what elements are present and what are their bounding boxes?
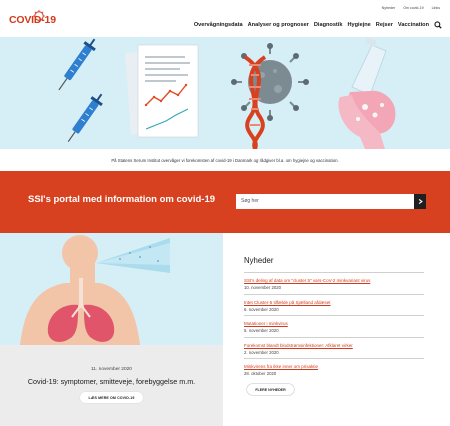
- read-more-label: LÆS MERE OM COVID-19: [88, 395, 135, 400]
- news-date: 28. oktober 2020: [244, 371, 277, 376]
- news-date: 6. november 2020: [244, 306, 279, 312]
- news-section: Nyheder SSI's deling af data om "cluster…: [244, 256, 424, 380]
- feature-card: 11. november 2020 Covid-19: symptomer, s…: [0, 345, 223, 426]
- main-nav: Overvågningsdata Analyser og prognoser D…: [194, 21, 442, 29]
- nav-item-vaccination[interactable]: Vaccination: [398, 22, 429, 28]
- report-document-icon: [125, 44, 199, 138]
- portal-title: SSI's portal med information om covid-19: [28, 194, 216, 205]
- hero-caption: På Statens Serum Institut overvåger vi f…: [0, 149, 450, 171]
- breath-icon: [96, 238, 170, 273]
- nav-item-surveillance[interactable]: Overvågningsdata: [194, 22, 243, 28]
- utility-link-news[interactable]: Nyheder: [382, 6, 396, 10]
- feature-date: 11. november 2020: [91, 367, 132, 372]
- chevron-right-icon: [418, 198, 423, 205]
- search-icon[interactable]: [434, 21, 442, 29]
- virus-icon: [231, 43, 309, 121]
- news-link[interactable]: Minkvirens fra ikke inner om prisaktie: [244, 364, 424, 369]
- news-item: Forekomst blandt blodstrømsinfektioner: …: [244, 336, 424, 359]
- news-item: Intet Cluster-5 tilfælde på Sjælland afd…: [244, 293, 424, 316]
- feature-title[interactable]: Covid-19: symptomer, smitteveje, forebyg…: [0, 377, 223, 386]
- logo-text[interactable]: COVID-19: [9, 14, 56, 26]
- news-item: SSI's deling af data om "cluster 5" vars…: [244, 272, 424, 294]
- nav-item-hygiene[interactable]: Hygiejne: [347, 22, 370, 28]
- news-link[interactable]: SSI's deling af data om "cluster 5" vars…: [244, 278, 424, 283]
- more-news-button[interactable]: FLERE NYHEDER: [247, 384, 294, 395]
- news-date: 5. november 2020: [244, 328, 279, 333]
- lungs-icon: [20, 235, 140, 345]
- search-submit-button[interactable]: [414, 194, 426, 209]
- news-heading: Nyheder: [244, 256, 274, 265]
- news-item: Minkvirens fra ikke inner om prisaktie 2…: [244, 358, 424, 380]
- portal-banner: SSI's portal med information om covid-19…: [0, 171, 450, 233]
- syringe-icon: [67, 93, 103, 143]
- hero-illustration: [0, 37, 450, 149]
- news-item: Mutationer i minkvirus 5. november 2020: [244, 315, 424, 337]
- search-input[interactable]: Søg her: [236, 194, 414, 209]
- hand-sanitizer-icon: [338, 37, 396, 149]
- news-date: 2. november 2020: [244, 349, 279, 355]
- more-news-label: FLERE NYHEDER: [255, 387, 286, 392]
- utility-link-about[interactable]: Om covid-19: [403, 6, 423, 10]
- nav-item-diagnostics[interactable]: Diagnostik: [314, 22, 343, 28]
- news-date: 10. november 2020: [244, 285, 282, 290]
- search-placeholder: Søg her: [241, 198, 259, 204]
- utility-link-links[interactable]: Links: [432, 6, 440, 10]
- nav-item-travel[interactable]: Rejser: [376, 22, 393, 28]
- syringe-icon: [58, 38, 96, 91]
- utility-nav: Nyheder Om covid-19 Links: [382, 6, 440, 10]
- feature-illustration: [0, 233, 223, 345]
- news-link[interactable]: Intet Cluster-5 tilfælde på Sjælland afd…: [244, 300, 424, 305]
- read-more-button[interactable]: LÆS MERE OM COVID-19: [80, 392, 143, 403]
- news-link[interactable]: Mutationer i minkvirus: [244, 321, 424, 326]
- nav-item-analyses[interactable]: Analyser og prognoser: [248, 22, 309, 28]
- hero-caption-text: På Statens Serum Institut overvåger vi f…: [111, 157, 339, 163]
- news-link[interactable]: Forekomst blandt blodstrømsinfektioner: …: [244, 343, 424, 348]
